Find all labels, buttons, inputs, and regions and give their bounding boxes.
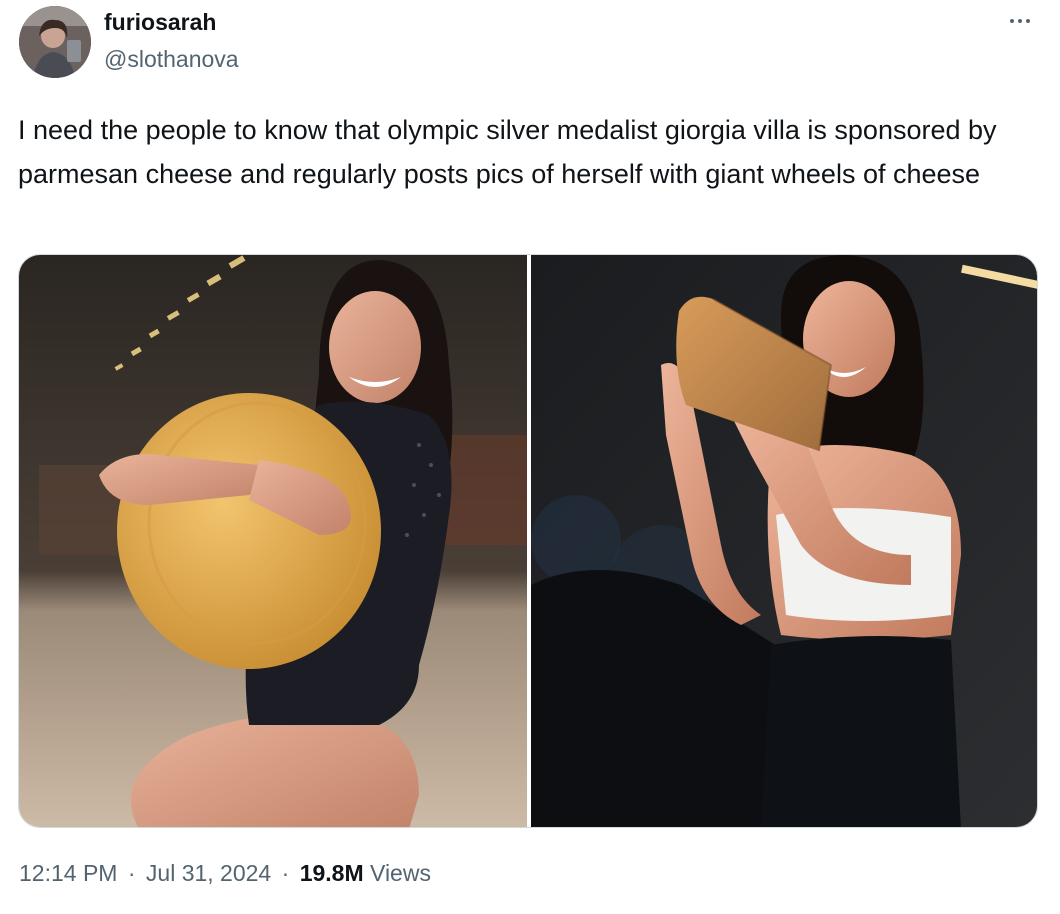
author-handle[interactable]: @slothanova bbox=[104, 46, 239, 73]
dot bbox=[1010, 19, 1014, 23]
media-photo-2[interactable] bbox=[531, 255, 1037, 827]
more-options-icon[interactable] bbox=[1000, 6, 1040, 36]
tweet-media bbox=[18, 254, 1038, 828]
avatar-photo-icon bbox=[19, 6, 91, 78]
media-photo-1[interactable] bbox=[19, 255, 527, 827]
dot bbox=[1018, 19, 1022, 23]
dot bbox=[1026, 19, 1030, 23]
tweet-meta: 12:14 PM · Jul 31, 2024 · 19.8M Views bbox=[19, 860, 431, 887]
meta-separator: · bbox=[281, 860, 290, 886]
author-display-name[interactable]: furiosarah bbox=[104, 9, 216, 36]
views-count: 19.8M bbox=[299, 860, 364, 886]
author-avatar[interactable] bbox=[19, 6, 91, 78]
photo-gymnast-cheese-wheel bbox=[19, 255, 527, 827]
tweet-time[interactable]: 12:14 PM bbox=[19, 860, 117, 886]
tweet-text: I need the people to know that olympic s… bbox=[18, 115, 997, 189]
views-label: Views bbox=[370, 860, 431, 886]
tweet-card: furiosarah @slothanova I need the people… bbox=[0, 0, 1060, 914]
meta-separator: · bbox=[127, 860, 136, 886]
tweet-date[interactable]: Jul 31, 2024 bbox=[146, 860, 271, 886]
photo-woman-cheese-wedge bbox=[531, 255, 1037, 827]
